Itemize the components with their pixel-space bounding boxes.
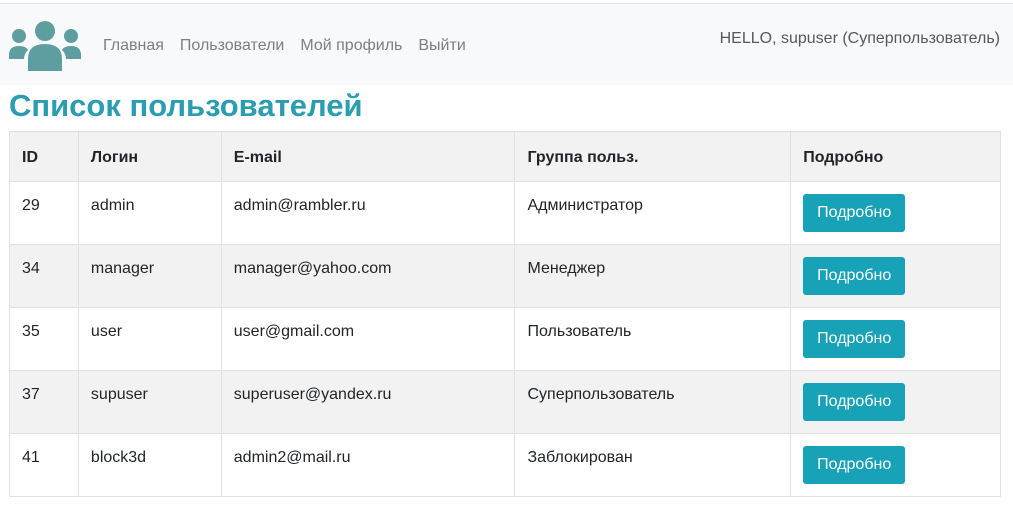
details-button[interactable]: Подробно — [803, 383, 906, 421]
details-button[interactable]: Подробно — [803, 320, 906, 358]
table-row: 35 user user@gmail.com Пользователь Подр… — [9, 307, 1001, 371]
cell-details: Подробно — [790, 307, 1001, 371]
cell-login: block3d — [77, 433, 222, 497]
cell-email: manager@yahoo.com — [220, 244, 516, 308]
cell-login: supuser — [77, 370, 222, 434]
cell-login: manager — [77, 244, 222, 308]
column-header-details: Подробно — [790, 131, 1001, 182]
table-row: 37 supuser superuser@yandex.ru Суперполь… — [9, 370, 1001, 434]
column-header-login: Логин — [77, 131, 222, 182]
cell-email: admin2@mail.ru — [220, 433, 516, 497]
cell-details: Подробно — [790, 244, 1001, 308]
cell-id: 41 — [9, 433, 79, 497]
cell-details: Подробно — [790, 433, 1001, 497]
table-row: 34 manager manager@yahoo.com Менеджер По… — [9, 244, 1001, 308]
cell-id: 29 — [9, 181, 79, 245]
users-group-icon[interactable] — [9, 19, 81, 71]
cell-email: user@gmail.com — [220, 307, 516, 371]
cell-details: Подробно — [790, 181, 1001, 245]
nav-links: Главная Пользователи Мой профиль Выйти — [103, 37, 482, 55]
nav-link-profile[interactable]: Мой профиль — [300, 37, 402, 55]
details-button[interactable]: Подробно — [803, 194, 906, 232]
cell-group: Заблокирован — [514, 433, 792, 497]
cell-group: Пользователь — [514, 307, 792, 371]
column-header-group: Группа польз. — [514, 131, 792, 182]
table-row: 29 admin admin@rambler.ru Администратор … — [9, 181, 1001, 245]
cell-id: 37 — [9, 370, 79, 434]
nav-link-users[interactable]: Пользователи — [180, 37, 284, 55]
cell-group: Суперпользователь — [514, 370, 792, 434]
cell-email: superuser@yandex.ru — [220, 370, 516, 434]
table-header-row: ID Логин E-mail Группа польз. Подробно — [9, 131, 1001, 182]
nav-link-logout[interactable]: Выйти — [418, 37, 465, 55]
cell-group: Администратор — [514, 181, 792, 245]
cell-id: 35 — [9, 307, 79, 371]
column-header-email: E-mail — [220, 131, 516, 182]
page-title: Список пользователей — [9, 88, 363, 123]
details-button[interactable]: Подробно — [803, 446, 906, 484]
user-greeting: HELLO, supuser (Суперпользователь) — [719, 30, 1000, 47]
details-button[interactable]: Подробно — [803, 257, 906, 295]
navbar: Главная Пользователи Мой профиль Выйти H… — [0, 3, 1013, 85]
cell-details: Подробно — [790, 370, 1001, 434]
users-table: ID Логин E-mail Группа польз. Подробно 2… — [9, 131, 1001, 497]
cell-email: admin@rambler.ru — [220, 181, 516, 245]
cell-group: Менеджер — [514, 244, 792, 308]
cell-id: 34 — [9, 244, 79, 308]
cell-login: user — [77, 307, 222, 371]
column-header-id: ID — [9, 131, 79, 182]
nav-link-home[interactable]: Главная — [103, 37, 164, 55]
cell-login: admin — [77, 181, 222, 245]
table-row: 41 block3d admin2@mail.ru Заблокирован П… — [9, 433, 1001, 497]
